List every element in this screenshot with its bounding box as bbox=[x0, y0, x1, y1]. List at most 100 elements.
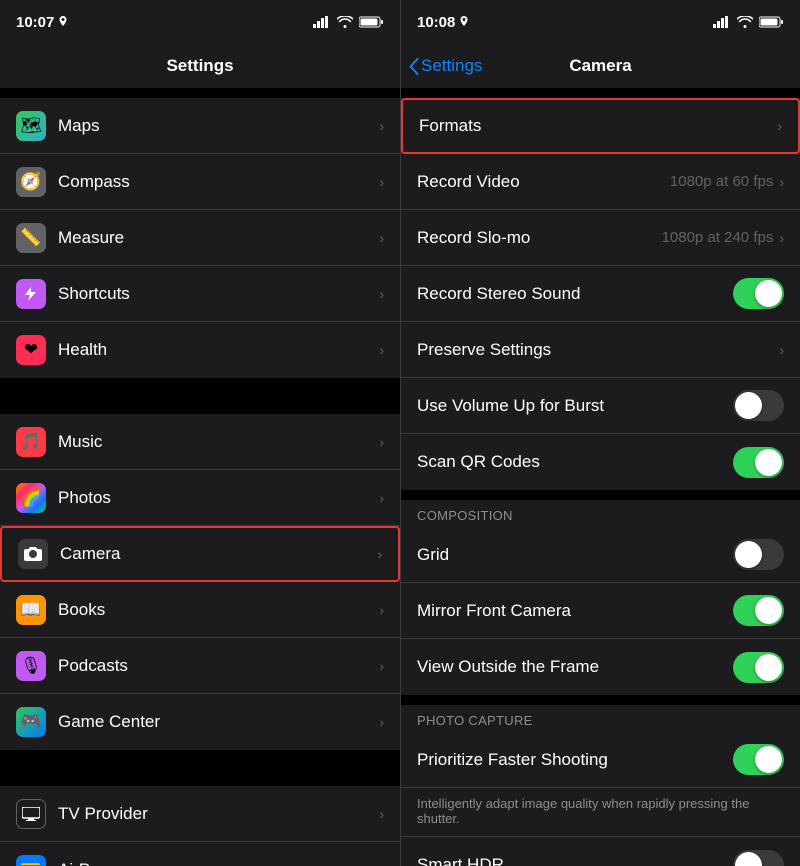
sidebar-item-health[interactable]: ❤ Health › bbox=[0, 322, 400, 378]
camera-item-smart-hdr[interactable]: Smart HDR bbox=[401, 837, 800, 866]
composition-header: COMPOSITION bbox=[401, 500, 800, 527]
camera-item-record-video[interactable]: Record Video 1080p at 60 fps › bbox=[401, 154, 800, 210]
maps-icon: 🗺 bbox=[16, 111, 46, 141]
podcasts-chevron: › bbox=[379, 658, 384, 674]
music-chevron: › bbox=[379, 434, 384, 450]
record-stereo-toggle[interactable] bbox=[733, 278, 784, 309]
back-chevron-icon bbox=[409, 58, 419, 75]
music-label: Music bbox=[58, 432, 379, 452]
mirror-camera-label: Mirror Front Camera bbox=[417, 601, 733, 621]
scan-qr-label: Scan QR Codes bbox=[417, 452, 733, 472]
right-wifi-icon bbox=[737, 16, 753, 28]
scan-qr-knob bbox=[755, 449, 782, 476]
right-nav-title: Camera bbox=[569, 56, 631, 76]
compass-icon: 🧭 bbox=[16, 167, 46, 197]
right-time: 10:08 bbox=[417, 14, 469, 31]
gamecenter-label: Game Center bbox=[58, 712, 379, 732]
location-icon bbox=[58, 16, 68, 28]
music-icon: 🎵 bbox=[16, 427, 46, 457]
right-section-photo-capture: Prioritize Faster Shooting Intelligently… bbox=[401, 732, 800, 866]
photo-capture-header: PHOTO CAPTURE bbox=[401, 705, 800, 732]
books-chevron: › bbox=[379, 602, 384, 618]
record-stereo-label: Record Stereo Sound bbox=[417, 284, 733, 304]
tvprovider-icon bbox=[16, 799, 46, 829]
grid-label: Grid bbox=[417, 545, 733, 565]
sidebar-item-measure[interactable]: 📏 Measure › bbox=[0, 210, 400, 266]
right-panel: 10:08 bbox=[400, 0, 800, 866]
sidebar-item-books[interactable]: 📖 Books › bbox=[0, 582, 400, 638]
back-label: Settings bbox=[421, 56, 482, 76]
right-gap-1 bbox=[401, 88, 800, 98]
photos-icon: 🌈 bbox=[16, 483, 46, 513]
smart-hdr-toggle[interactable] bbox=[733, 850, 784, 866]
shortcuts-icon bbox=[16, 279, 46, 309]
camera-item-grid[interactable]: Grid bbox=[401, 527, 800, 583]
camera-item-record-slomo[interactable]: Record Slo-mo 1080p at 240 fps › bbox=[401, 210, 800, 266]
signal-icon bbox=[313, 16, 331, 28]
books-icon: 📖 bbox=[16, 595, 46, 625]
volume-burst-knob bbox=[735, 392, 762, 419]
sidebar-item-podcasts[interactable]: 🎙 Podcasts › bbox=[0, 638, 400, 694]
left-group-1: 🗺 Maps › 🧭 Compass › 📏 Measure › Shortcu… bbox=[0, 98, 400, 378]
grid-toggle[interactable] bbox=[733, 539, 784, 570]
prioritize-shooting-description: Intelligently adapt image quality when r… bbox=[401, 788, 800, 837]
camera-chevron: › bbox=[377, 546, 382, 562]
camera-item-prioritize-shooting[interactable]: Prioritize Faster Shooting bbox=[401, 732, 800, 788]
photos-label: Photos bbox=[58, 488, 379, 508]
left-panel: 10:07 bbox=[0, 0, 400, 866]
health-chevron: › bbox=[379, 342, 384, 358]
camera-item-preserve-settings[interactable]: Preserve Settings › bbox=[401, 322, 800, 378]
camera-item-record-stereo[interactable]: Record Stereo Sound bbox=[401, 266, 800, 322]
record-video-label: Record Video bbox=[417, 172, 670, 192]
scan-qr-toggle[interactable] bbox=[733, 447, 784, 478]
left-status-bar: 10:07 bbox=[0, 0, 400, 44]
camera-item-mirror-camera[interactable]: Mirror Front Camera bbox=[401, 583, 800, 639]
camera-icon bbox=[18, 539, 48, 569]
left-nav-bar: Settings bbox=[0, 44, 400, 88]
volume-burst-toggle[interactable] bbox=[733, 390, 784, 421]
right-section-composition: Grid Mirror Front Camera View Outside th… bbox=[401, 527, 800, 695]
books-label: Books bbox=[58, 600, 379, 620]
back-button[interactable]: Settings bbox=[409, 56, 482, 76]
sidebar-item-compass[interactable]: 🧭 Compass › bbox=[0, 154, 400, 210]
sidebar-item-shortcuts[interactable]: Shortcuts › bbox=[0, 266, 400, 322]
camera-item-volume-burst[interactable]: Use Volume Up for Burst bbox=[401, 378, 800, 434]
sidebar-item-airpay[interactable]: 💳 AirPay › bbox=[0, 842, 400, 866]
sidebar-item-camera[interactable]: Camera › bbox=[0, 526, 400, 582]
record-slomo-value: 1080p at 240 fps bbox=[662, 229, 774, 246]
gamecenter-icon: 🎮 bbox=[16, 707, 46, 737]
mirror-camera-toggle[interactable] bbox=[733, 595, 784, 626]
measure-label: Measure bbox=[58, 228, 379, 248]
sidebar-item-photos[interactable]: 🌈 Photos › bbox=[0, 470, 400, 526]
compass-chevron: › bbox=[379, 174, 384, 190]
left-status-icons bbox=[313, 16, 384, 28]
battery-icon bbox=[359, 16, 384, 28]
preserve-settings-label: Preserve Settings bbox=[417, 340, 779, 360]
record-slomo-label: Record Slo-mo bbox=[417, 228, 662, 248]
sidebar-item-tvprovider[interactable]: TV Provider › bbox=[0, 786, 400, 842]
podcasts-label: Podcasts bbox=[58, 656, 379, 676]
mirror-camera-knob bbox=[755, 597, 782, 624]
left-group-2: 🎵 Music › 🌈 Photos › Camera › 📖 Books › … bbox=[0, 414, 400, 750]
right-location-icon bbox=[459, 16, 469, 28]
camera-label: Camera bbox=[60, 544, 377, 564]
sidebar-item-music[interactable]: 🎵 Music › bbox=[0, 414, 400, 470]
sidebar-item-gamecenter[interactable]: 🎮 Game Center › bbox=[0, 694, 400, 750]
prioritize-shooting-toggle[interactable] bbox=[733, 744, 784, 775]
left-nav-title: Settings bbox=[166, 56, 233, 76]
right-section-1: Formats › Record Video 1080p at 60 fps ›… bbox=[401, 98, 800, 490]
right-signal-icon bbox=[713, 16, 731, 28]
camera-item-scan-qr[interactable]: Scan QR Codes bbox=[401, 434, 800, 490]
airpay-label: AirPay bbox=[58, 860, 379, 866]
grid-knob bbox=[735, 541, 762, 568]
compass-label: Compass bbox=[58, 172, 379, 192]
view-outside-toggle[interactable] bbox=[733, 652, 784, 683]
camera-item-formats[interactable]: Formats › bbox=[401, 98, 800, 154]
prioritize-shooting-knob bbox=[755, 746, 782, 773]
sidebar-item-maps[interactable]: 🗺 Maps › bbox=[0, 98, 400, 154]
camera-item-view-outside[interactable]: View Outside the Frame bbox=[401, 639, 800, 695]
wifi-icon bbox=[337, 16, 353, 28]
record-slomo-chevron: › bbox=[779, 230, 784, 246]
right-status-icons bbox=[713, 16, 784, 28]
health-label: Health bbox=[58, 340, 379, 360]
